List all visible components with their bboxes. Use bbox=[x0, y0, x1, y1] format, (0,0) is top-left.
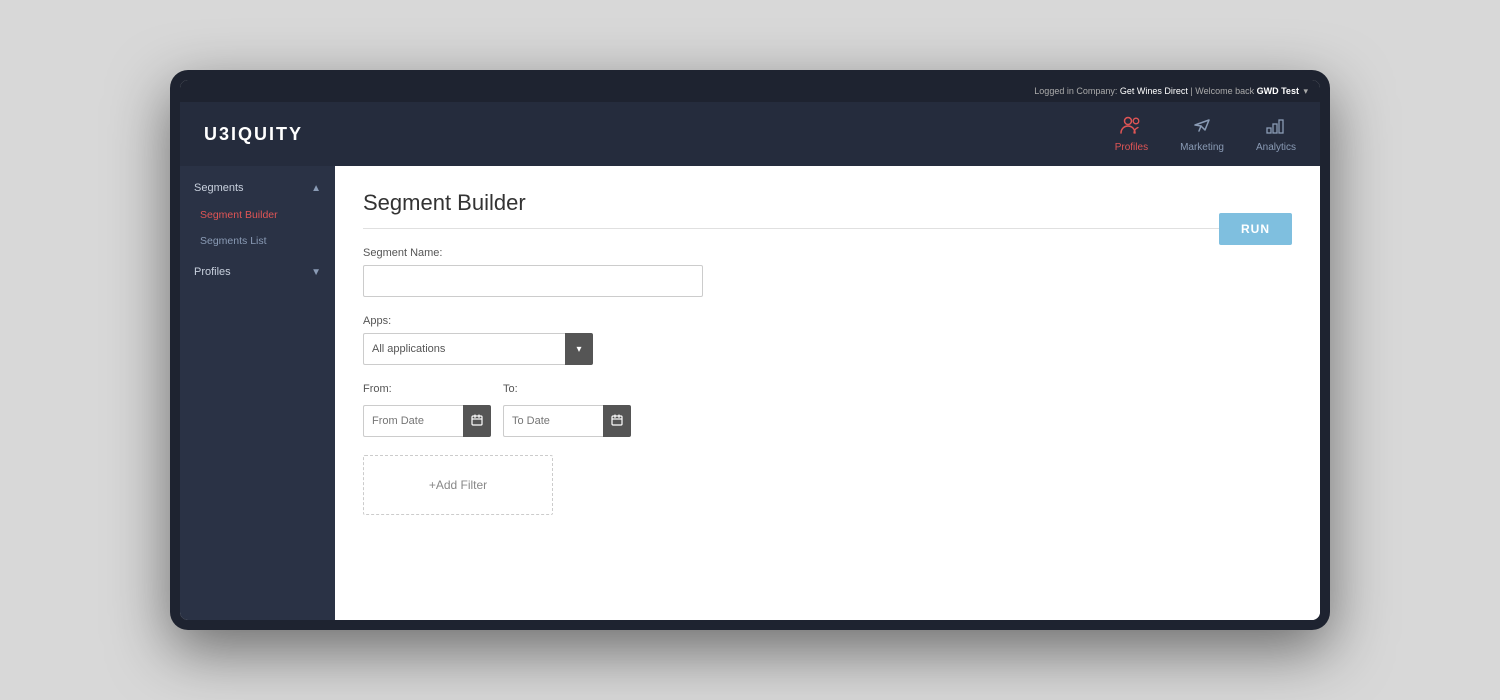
analytics-icon bbox=[1265, 116, 1287, 138]
sidebar-profiles-header[interactable]: Profiles ▼ bbox=[180, 258, 335, 286]
profiles-section-label: Profiles bbox=[194, 266, 231, 278]
segments-chevron-icon: ▲ bbox=[311, 183, 321, 194]
sidebar-item-segments-list[interactable]: Segments List bbox=[180, 228, 335, 254]
from-date-group: From: bbox=[363, 383, 491, 437]
logged-in-label: Logged in Company: bbox=[1034, 86, 1117, 96]
nav-items: Profiles Marketing bbox=[1115, 116, 1296, 153]
nav-label-profiles: Profiles bbox=[1115, 142, 1148, 153]
page-title: Segment Builder bbox=[363, 190, 1292, 229]
sidebar-section-profiles: Profiles ▼ bbox=[180, 258, 335, 286]
segment-builder-label: Segment Builder bbox=[200, 209, 278, 221]
segment-name-label: Segment Name: bbox=[363, 247, 1292, 259]
content-area: Segments ▲ Segment Builder Segments List… bbox=[180, 166, 1320, 620]
apps-select[interactable]: All applications bbox=[363, 333, 565, 365]
device-inner: Logged in Company: Get Wines Direct | We… bbox=[180, 80, 1320, 620]
to-date-calendar-button[interactable] bbox=[603, 405, 631, 437]
separator-text: | Welcome back bbox=[1190, 86, 1256, 96]
logo: U3IQUITY bbox=[204, 123, 303, 146]
to-date-group: To: bbox=[503, 383, 631, 437]
marketing-icon bbox=[1191, 116, 1213, 138]
segment-name-input[interactable] bbox=[363, 265, 703, 297]
from-label: From: bbox=[363, 383, 491, 395]
to-label: To: bbox=[503, 383, 631, 395]
date-row: From: bbox=[363, 383, 1292, 437]
nav-label-analytics: Analytics bbox=[1256, 142, 1296, 153]
main-content: Segment Builder Segment Name: RUN Apps: … bbox=[335, 166, 1320, 620]
logo-text: U3IQUITY bbox=[204, 124, 303, 144]
profiles-chevron-icon: ▼ bbox=[311, 267, 321, 278]
date-range-group: From: bbox=[363, 383, 1292, 437]
profiles-icon bbox=[1120, 116, 1142, 138]
apps-dropdown-icon: ▾ bbox=[576, 344, 581, 355]
nav-label-marketing: Marketing bbox=[1180, 142, 1224, 153]
calendar-icon-to bbox=[611, 414, 623, 429]
calendar-icon-from bbox=[471, 414, 483, 429]
sidebar-item-segment-builder[interactable]: Segment Builder bbox=[180, 202, 335, 228]
from-date-calendar-button[interactable] bbox=[463, 405, 491, 437]
user-name: GWD Test bbox=[1257, 86, 1299, 96]
apps-group: Apps: All applications ▾ bbox=[363, 315, 1292, 365]
segments-list-label: Segments List bbox=[200, 235, 267, 247]
main-header: U3IQUITY Profiles bbox=[180, 102, 1320, 166]
apps-dropdown-button[interactable]: ▾ bbox=[565, 333, 593, 365]
device-frame: Logged in Company: Get Wines Direct | We… bbox=[170, 70, 1330, 630]
nav-item-analytics[interactable]: Analytics bbox=[1256, 116, 1296, 153]
add-filter-button[interactable]: +Add Filter bbox=[363, 455, 553, 515]
run-button[interactable]: RUN bbox=[1219, 213, 1292, 245]
segment-name-group: Segment Name: RUN bbox=[363, 247, 1292, 297]
segments-section-label: Segments bbox=[194, 182, 244, 194]
from-input-wrapper bbox=[363, 405, 491, 437]
status-bar-text: Logged in Company: Get Wines Direct | We… bbox=[1034, 86, 1308, 97]
to-input-wrapper bbox=[503, 405, 631, 437]
sidebar-segments-header[interactable]: Segments ▲ bbox=[180, 174, 335, 202]
status-bar: Logged in Company: Get Wines Direct | We… bbox=[180, 80, 1320, 102]
nav-item-profiles[interactable]: Profiles bbox=[1115, 116, 1148, 153]
company-name: Get Wines Direct bbox=[1120, 86, 1188, 96]
user-dropdown-arrow[interactable]: ▾ bbox=[1303, 86, 1308, 96]
nav-item-marketing[interactable]: Marketing bbox=[1180, 116, 1224, 153]
apps-label: Apps: bbox=[363, 315, 1292, 327]
sidebar-section-segments: Segments ▲ Segment Builder Segments List bbox=[180, 174, 335, 254]
from-date-input[interactable] bbox=[363, 405, 463, 437]
sidebar: Segments ▲ Segment Builder Segments List… bbox=[180, 166, 335, 620]
apps-row: All applications ▾ bbox=[363, 333, 593, 365]
to-date-input[interactable] bbox=[503, 405, 603, 437]
